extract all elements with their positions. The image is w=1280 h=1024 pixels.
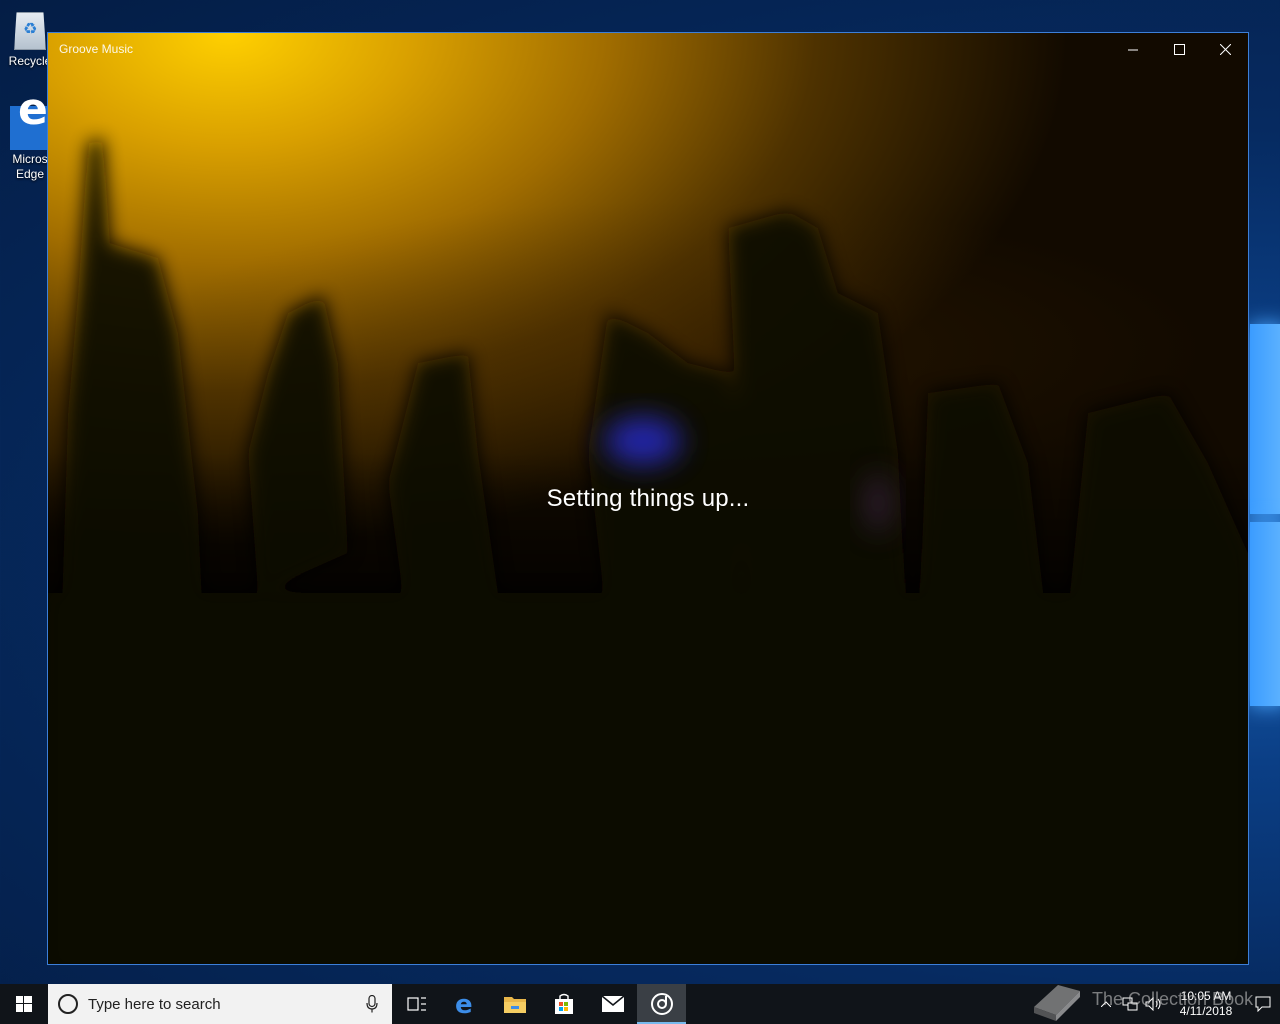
task-view-button[interactable] — [392, 984, 441, 1024]
caption-buttons — [1110, 33, 1248, 65]
volume-button[interactable] — [1142, 984, 1166, 1024]
notification-icon — [1255, 996, 1271, 1012]
search-placeholder: Type here to search — [88, 996, 221, 1013]
mail-icon — [600, 995, 625, 1012]
maximize-button[interactable] — [1156, 33, 1202, 65]
taskbar-search-box[interactable]: Type here to search — [48, 984, 392, 1024]
system-tray: 10:05 AM 4/11/2018 — [1094, 984, 1280, 1024]
action-center-button[interactable] — [1246, 984, 1280, 1024]
windows-start-icon — [16, 996, 32, 1012]
taskbar-store-button[interactable] — [539, 984, 588, 1024]
groove-music-window: Groove Music Setting things up... — [47, 32, 1249, 965]
taskbar-edge-button[interactable]: e — [441, 984, 490, 1024]
cortana-icon — [58, 994, 78, 1014]
edge-icon: e — [455, 992, 473, 1016]
close-button[interactable] — [1202, 33, 1248, 65]
network-icon — [1122, 997, 1138, 1011]
window-title: Groove Music — [59, 42, 134, 56]
groove-music-icon — [650, 993, 673, 1015]
taskbar-mail-button[interactable] — [588, 984, 637, 1024]
taskbar: Type here to search e 10:05 AM 4/11/2018 — [0, 984, 1280, 1024]
maximize-icon — [1173, 43, 1185, 55]
chevron-up-icon — [1101, 1001, 1111, 1007]
clock-time: 10:05 AM — [1180, 989, 1232, 1003]
recycle-bin-icon — [14, 12, 46, 50]
taskbar-file-explorer-button[interactable] — [490, 984, 539, 1024]
title-bar[interactable]: Groove Music — [48, 33, 1248, 65]
volume-icon — [1145, 997, 1161, 1011]
task-view-icon — [406, 997, 426, 1011]
store-icon — [554, 993, 573, 1014]
show-hidden-icons-button[interactable] — [1094, 984, 1118, 1024]
taskbar-groove-music-button[interactable] — [637, 984, 686, 1024]
network-button[interactable] — [1118, 984, 1142, 1024]
setup-status-text: Setting things up... — [546, 485, 750, 512]
svg-text:e: e — [455, 992, 473, 1016]
minimize-button[interactable] — [1110, 33, 1156, 65]
start-button[interactable] — [0, 984, 48, 1024]
taskbar-clock[interactable]: 10:05 AM 4/11/2018 — [1166, 989, 1246, 1019]
file-explorer-icon — [503, 997, 526, 1013]
close-icon — [1219, 43, 1231, 55]
microphone-icon[interactable] — [366, 995, 378, 1013]
clock-date: 4/11/2018 — [1179, 1004, 1233, 1018]
minimize-icon — [1127, 49, 1138, 50]
windows-logo-wallpaper — [1246, 310, 1280, 720]
